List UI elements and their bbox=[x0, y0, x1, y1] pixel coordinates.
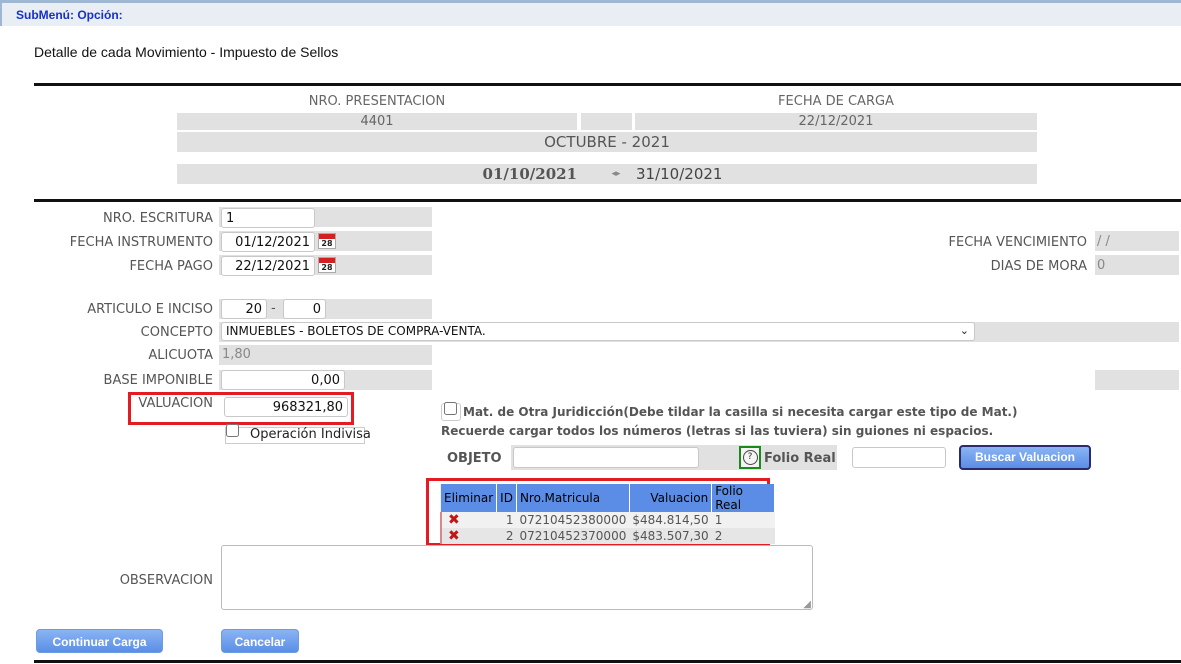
row-id: 2 bbox=[505, 529, 514, 543]
fecha-instrumento-input[interactable]: 01/12/2021 bbox=[221, 232, 315, 252]
table-header-row: Eliminar ID Nro.Matricula Valuacion Foli… bbox=[441, 484, 776, 512]
articulo-label: ARTICULO E INCISO bbox=[87, 302, 213, 317]
row-id: 1 bbox=[505, 513, 514, 527]
fecha-vencimiento-value: / / bbox=[1097, 234, 1110, 249]
nro-presentacion-label: NRO. PRESENTACION bbox=[308, 94, 446, 109]
fecha-vencimiento-label: FECHA VENCIMIENTO bbox=[948, 235, 1087, 250]
alicuota-value: 1,80 bbox=[222, 347, 251, 362]
cancelar-button[interactable]: Cancelar bbox=[221, 629, 299, 653]
folio-real-input[interactable] bbox=[852, 447, 946, 468]
calendar-icon[interactable]: 28 bbox=[318, 233, 336, 249]
valuacion-label: VALUACION bbox=[138, 396, 213, 411]
right-bg bbox=[1095, 370, 1179, 390]
date-to: 31/10/2021 bbox=[636, 165, 723, 183]
nro-presentacion-value: 4401 bbox=[177, 113, 577, 130]
delete-icon[interactable]: ✖ bbox=[448, 528, 460, 544]
observacion-label: OBSERVACION bbox=[119, 573, 213, 588]
summary-spacer bbox=[581, 113, 632, 130]
page-title: Detalle de cada Movimiento - Impuesto de… bbox=[34, 44, 339, 60]
mora-bg bbox=[1095, 255, 1179, 275]
date-range-arrows-icon: ◂▸ bbox=[611, 169, 621, 179]
col-valuacion: Valuacion bbox=[629, 484, 713, 512]
delete-icon[interactable]: ✖ bbox=[448, 512, 460, 528]
row-folio: 1 bbox=[714, 513, 723, 527]
indivisa-label: Operación Indivisa bbox=[250, 427, 371, 442]
alicuota-label: ALICUOTA bbox=[148, 348, 213, 363]
divider-top bbox=[34, 83, 1181, 86]
fecha-carga-value: 22/12/2021 bbox=[635, 113, 1037, 130]
base-imponible-label: BASE IMPONIBLE bbox=[103, 373, 213, 388]
folio-real-label: Folio Real bbox=[764, 451, 836, 466]
fecha-instrumento-label: FECHA INSTRUMENTO bbox=[69, 235, 213, 250]
row-valuacion: $484.814,50 bbox=[632, 513, 709, 527]
articulo-separator: - bbox=[271, 301, 276, 316]
calendar-day: 28 bbox=[321, 239, 333, 248]
col-eliminar: Eliminar bbox=[441, 484, 498, 512]
fecha-pago-label: FECHA PAGO bbox=[129, 259, 213, 274]
resize-handle-icon[interactable]: ◢ bbox=[803, 599, 811, 610]
dias-mora-label: DIAS DE MORA bbox=[990, 259, 1087, 274]
help-icon: ? bbox=[742, 450, 758, 465]
fecha-pago-input[interactable]: 22/12/2021 bbox=[221, 256, 315, 276]
divider-bottom bbox=[34, 660, 1181, 663]
submenu-label: SubMenú: Opción: bbox=[16, 8, 123, 22]
chevron-down-icon: ⌄ bbox=[959, 324, 969, 337]
table-row: ✖ 1 07210452380000 $484.814,50 1 bbox=[440, 512, 775, 528]
escritura-label: NRO. ESCRITURA bbox=[103, 211, 213, 226]
divider-mid bbox=[34, 199, 1181, 202]
concepto-selected: INMUEBLES - BOLETOS DE COMPRA-VENTA. bbox=[226, 324, 486, 338]
valuacion-input[interactable]: 968321,80 bbox=[224, 397, 348, 417]
col-matricula: Nro.Matricula bbox=[516, 484, 630, 512]
observacion-textarea[interactable]: ◢ bbox=[221, 545, 813, 610]
base-imponible-input[interactable]: 0,00 bbox=[221, 370, 345, 390]
row-valuacion: $483.507,30 bbox=[632, 529, 709, 543]
table-row: ✖ 2 07210452370000 $483.507,30 2 bbox=[440, 528, 775, 544]
continuar-carga-button[interactable]: Continuar Carga bbox=[36, 629, 163, 653]
escritura-input[interactable]: 1 bbox=[221, 208, 315, 228]
objeto-input[interactable] bbox=[513, 447, 699, 468]
concepto-select[interactable]: INMUEBLES - BOLETOS DE COMPRA-VENTA. ⌄ bbox=[221, 322, 975, 341]
buscar-valuacion-button[interactable]: Buscar Valuacion bbox=[959, 445, 1091, 470]
col-id: ID bbox=[496, 484, 517, 512]
submenu-bar: SubMenú: Opción: bbox=[0, 0, 1181, 26]
valuaciones-table: Eliminar ID Nro.Matricula Valuacion Foli… bbox=[440, 484, 776, 544]
help-button[interactable]: ? bbox=[739, 446, 761, 469]
recuerde-note: Recuerde cargar todos los números (letra… bbox=[441, 424, 994, 438]
objeto-label: OBJETO bbox=[447, 451, 502, 466]
indivisa-checkbox[interactable] bbox=[226, 424, 239, 437]
fecha-carga-label: FECHA DE CARGA bbox=[778, 94, 894, 109]
row-matricula: 07210452380000 bbox=[519, 513, 627, 527]
row-folio: 2 bbox=[714, 529, 723, 543]
concepto-label: CONCEPTO bbox=[140, 325, 213, 340]
calendar-day: 28 bbox=[321, 263, 333, 272]
otra-jurisdiccion-checkbox[interactable] bbox=[444, 402, 457, 415]
inciso-input[interactable]: 0 bbox=[283, 299, 326, 319]
otra-jurisdiccion-label: Mat. de Otra Juridicción(Debe tildar la … bbox=[463, 405, 1018, 419]
period-label: OCTUBRE - 2021 bbox=[177, 132, 1037, 152]
calendar-icon[interactable]: 28 bbox=[318, 257, 336, 273]
date-from: 01/10/2021 bbox=[482, 165, 577, 183]
col-folio: Folio Real bbox=[711, 484, 776, 512]
dias-mora-value: 0 bbox=[1097, 258, 1106, 273]
articulo-input[interactable]: 20 bbox=[221, 299, 267, 319]
row-matricula: 07210452370000 bbox=[519, 529, 627, 543]
